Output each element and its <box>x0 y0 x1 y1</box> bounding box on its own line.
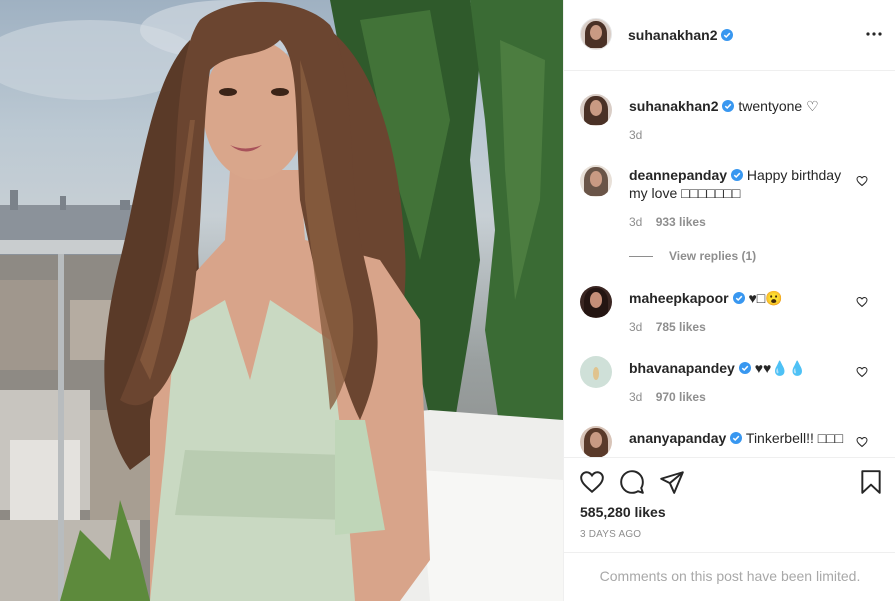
caption-time[interactable]: 3d <box>629 128 642 142</box>
caption-username[interactable]: suhanakhan2 <box>629 98 718 114</box>
comment-body: maheepkapoor ♥□😮 <box>629 289 859 307</box>
verified-badge-icon <box>721 29 734 41</box>
comment-text: Tinkerbell!! □□□ <box>745 430 844 446</box>
post-detail-panel: suhanakhan2 suhanakhan2 twentyone ♡ 3d d… <box>563 0 895 601</box>
post-header: suhanakhan2 <box>564 0 895 71</box>
caption-avatar[interactable] <box>580 94 612 126</box>
comment-body: ananyapanday Tinkerbell!! □□□ <box>629 429 859 447</box>
caption-text: twentyone ♡ <box>738 98 819 114</box>
comment-text: ♥□😮 <box>748 290 783 306</box>
comment-body: deannepanday Happy birthday my love □□□□… <box>629 166 859 202</box>
comment-avatar[interactable] <box>580 165 612 197</box>
caption-meta: 3d <box>629 128 652 142</box>
post-likes-count[interactable]: 585,280 likes <box>580 504 666 520</box>
author-username[interactable]: suhanakhan2 <box>628 27 717 43</box>
comment-time[interactable]: 3d <box>629 390 642 404</box>
comment-meta: 3d 785 likes <box>629 320 716 334</box>
post-actions: 585,280 likes 3 DAYS AGO Comments on thi… <box>564 457 895 601</box>
comment-avatar[interactable] <box>580 356 612 388</box>
comment-body: bhavanapandey ♥♥💧💧 <box>629 359 859 377</box>
view-replies-label[interactable]: View replies (1) <box>669 249 756 263</box>
comment-likes[interactable]: 970 likes <box>656 390 706 404</box>
verified-badge-icon <box>730 432 743 444</box>
comment-username[interactable]: ananyapanday <box>629 430 726 446</box>
post-photo[interactable] <box>0 0 563 601</box>
comment-like-heart-icon[interactable] <box>856 366 868 378</box>
comment-time[interactable]: 3d <box>629 320 642 334</box>
comment-username[interactable]: maheepkapoor <box>629 290 729 306</box>
bookmark-icon[interactable] <box>858 469 884 495</box>
comment-username[interactable]: bhavanapandey <box>629 360 735 376</box>
comment-like-heart-icon[interactable] <box>856 436 868 448</box>
comment-meta: 3d 933 likes <box>629 215 716 229</box>
author-avatar[interactable] <box>580 18 612 50</box>
heart-icon[interactable] <box>579 469 605 495</box>
comment-icon[interactable] <box>619 469 645 495</box>
verified-badge-icon <box>732 292 745 304</box>
post-photo-illustration <box>0 0 563 601</box>
author-username-row[interactable]: suhanakhan2 <box>628 27 734 43</box>
comment-time[interactable]: 3d <box>629 215 642 229</box>
post-timestamp[interactable]: 3 DAYS AGO <box>580 529 641 540</box>
comment-avatar[interactable] <box>580 286 612 318</box>
comment-like-heart-icon[interactable] <box>856 175 868 187</box>
comment-likes[interactable]: 933 likes <box>656 215 706 229</box>
comment-avatar[interactable] <box>580 426 612 457</box>
more-options-icon[interactable] <box>864 27 884 41</box>
comment-like-heart-icon[interactable] <box>856 296 868 308</box>
verified-badge-icon <box>738 362 751 374</box>
verified-badge-icon <box>731 169 744 181</box>
comment-meta: 3d 970 likes <box>629 390 716 404</box>
comments-list[interactable]: suhanakhan2 twentyone ♡ 3d deannepanday … <box>564 72 895 457</box>
comment-text: ♥♥💧💧 <box>754 360 807 376</box>
comment-likes[interactable]: 785 likes <box>656 320 706 334</box>
caption-body: suhanakhan2 twentyone ♡ <box>629 97 859 115</box>
share-icon[interactable] <box>659 469 685 495</box>
replies-divider <box>629 256 653 258</box>
comment-username[interactable]: deannepanday <box>629 167 727 183</box>
view-replies-button[interactable]: View replies (1) <box>629 249 756 263</box>
verified-badge-icon <box>722 100 735 112</box>
comments-limited-notice: Comments on this post have been limited. <box>564 552 895 601</box>
